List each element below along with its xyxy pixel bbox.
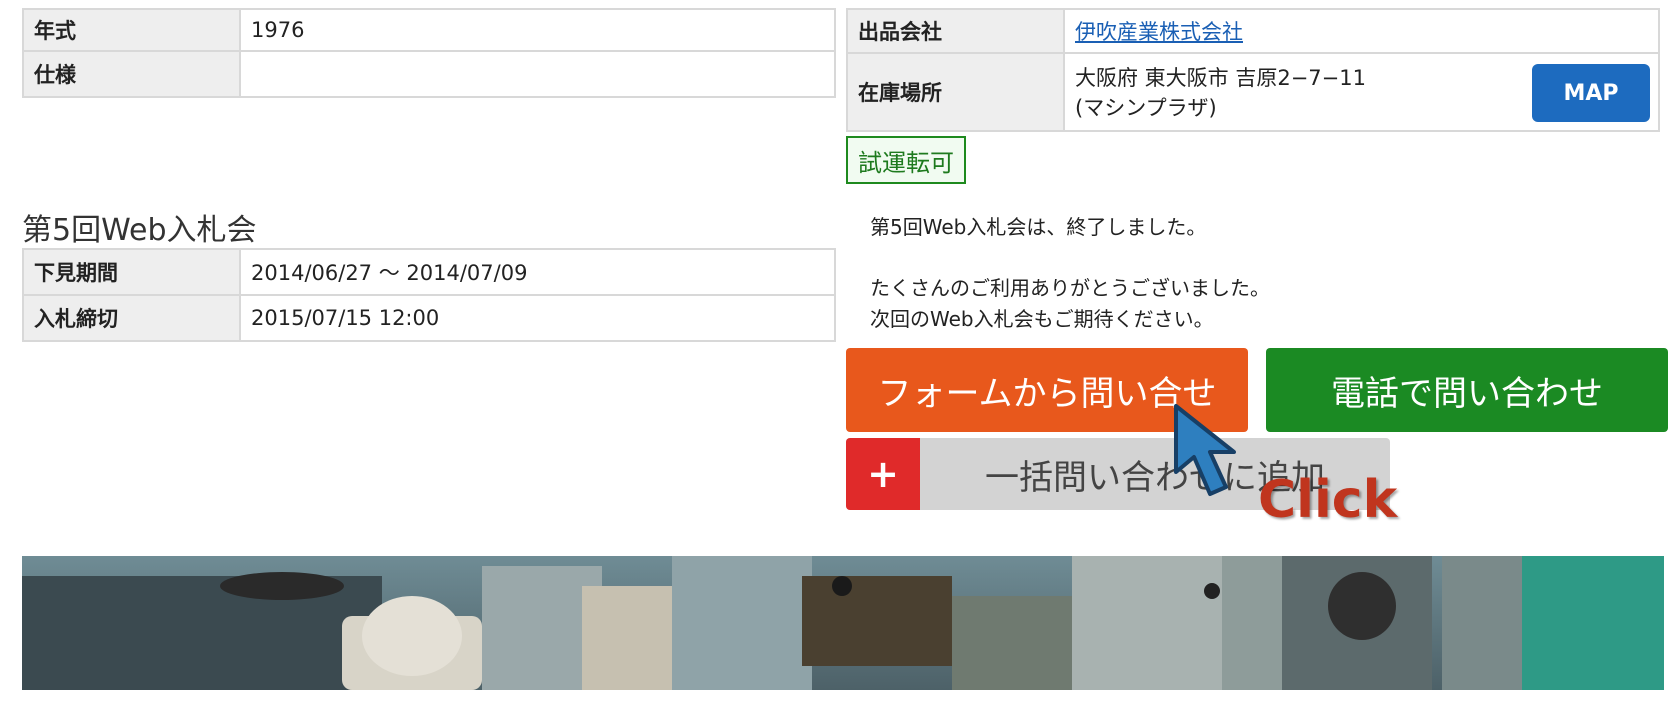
notice-line: 次回のWeb入札会もご期待ください。 (870, 307, 1214, 331)
auction-closed-notice: 第5回Web入札会は、終了しました。 たくさんのご利用ありがとうございました。 … (870, 212, 1270, 335)
table-row: 下見期間 2014/06/27 〜 2014/07/09 (22, 248, 836, 296)
plus-icon: + (846, 438, 920, 510)
location-cell: 大阪府 東大阪市 吉原2−7−11 (マシンプラザ) MAP (1063, 52, 1660, 132)
pointer-arrow-icon (1174, 404, 1236, 496)
company-label: 出品会社 (846, 8, 1065, 54)
preview-period-value: 2014/06/27 〜 2014/07/09 (239, 248, 836, 296)
spec-value: 1976 (239, 8, 836, 52)
spec-label: 年式 (22, 8, 241, 52)
machine-photo (22, 556, 1664, 690)
table-row: 仕様 (22, 50, 836, 98)
click-annotation: Click (1258, 470, 1398, 530)
trial-run-badge: 試運転可 (846, 136, 966, 184)
company-cell: 伊吹産業株式会社 (1063, 8, 1660, 54)
notice-line: たくさんのご利用ありがとうございました。 (870, 276, 1270, 300)
auction-table: 下見期間 2014/06/27 〜 2014/07/09 入札締切 2015/0… (22, 248, 836, 342)
bid-deadline-label: 入札締切 (22, 294, 241, 342)
company-link[interactable]: 伊吹産業株式会社 (1075, 20, 1243, 44)
phone-inquiry-button[interactable]: 電話で問い合わせ (1266, 348, 1668, 432)
spec-label: 仕様 (22, 50, 241, 98)
bid-deadline-value: 2015/07/15 12:00 (239, 294, 836, 342)
notice-line: 第5回Web入札会は、終了しました。 (870, 215, 1207, 239)
seller-table: 出品会社 伊吹産業株式会社 在庫場所 大阪府 東大阪市 吉原2−7−11 (マシ… (846, 8, 1660, 132)
spec-value (239, 50, 836, 98)
table-row: 年式 1976 (22, 8, 836, 52)
preview-period-label: 下見期間 (22, 248, 241, 296)
auction-title: 第5回Web入札会 (22, 213, 257, 248)
table-row: 出品会社 伊吹産業株式会社 (846, 8, 1660, 54)
location-label: 在庫場所 (846, 52, 1065, 132)
table-row: 入札締切 2015/07/15 12:00 (22, 294, 836, 342)
map-button[interactable]: MAP (1532, 64, 1650, 122)
spec-table: 年式 1976 仕様 (22, 8, 836, 98)
table-row: 在庫場所 大阪府 東大阪市 吉原2−7−11 (マシンプラザ) MAP (846, 52, 1660, 132)
